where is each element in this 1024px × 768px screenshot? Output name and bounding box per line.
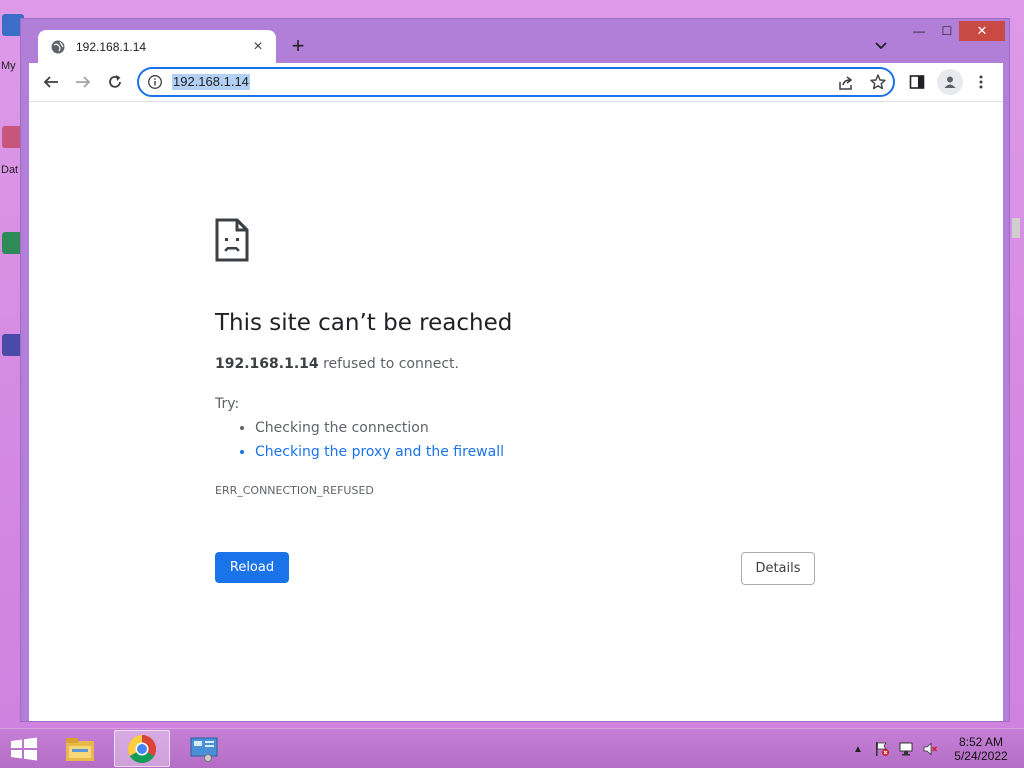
show-hidden-icons[interactable]: ▲ [850, 741, 866, 757]
back-icon[interactable] [41, 72, 61, 92]
windows-start-icon[interactable] [10, 737, 38, 761]
suggestion-list: Checking the connection Checking the pro… [237, 420, 504, 468]
page-content: This site can’t be reached 192.168.1.14 … [29, 101, 1003, 721]
new-tab-button[interactable]: + [287, 35, 309, 57]
forward-icon[interactable] [73, 72, 93, 92]
network-icon[interactable] [898, 741, 914, 757]
desktop-scrollbar[interactable] [1012, 218, 1020, 238]
tab-title: 192.168.1.14 [76, 39, 147, 54]
error-host: 192.168.1.14 [215, 356, 319, 372]
menu-icon[interactable] [971, 72, 991, 92]
globe-icon [50, 39, 66, 55]
tab-close-icon[interactable]: × [250, 38, 266, 55]
desktop-icon-label: My [1, 60, 16, 72]
tab-strip: 192.168.1.14 × + — ☐ ✕ [21, 19, 1009, 63]
error-code: ERR_CONNECTION_REFUSED [215, 484, 374, 497]
close-window-button[interactable]: ✕ [959, 21, 1005, 41]
error-message: 192.168.1.14 refused to connect. [215, 356, 459, 372]
action-center-flag-icon[interactable] [874, 741, 890, 757]
sad-page-icon [215, 218, 249, 262]
maximize-button[interactable]: ☐ [935, 21, 959, 41]
file-explorer-icon[interactable] [52, 730, 108, 767]
reload-icon[interactable] [105, 72, 125, 92]
tab-search-chevron-icon[interactable] [873, 37, 889, 53]
taskbar: ▲ 8:52 AM 5/24/2022 [0, 728, 1024, 768]
taskbar-clock[interactable]: 8:52 AM 5/24/2022 [946, 735, 1016, 763]
minimize-button[interactable]: — [907, 21, 931, 41]
chrome-icon[interactable] [114, 730, 170, 767]
reload-button[interactable]: Reload [215, 552, 289, 583]
browser-toolbar: 192.168.1.14 [29, 63, 1003, 101]
clock-date: 5/24/2022 [954, 749, 1008, 763]
desktop-icon-label: Dat [1, 164, 19, 176]
details-button[interactable]: Details [741, 552, 815, 585]
error-message-text: refused to connect. [318, 356, 459, 372]
volume-muted-icon[interactable] [922, 741, 938, 757]
side-panel-icon[interactable] [907, 72, 927, 92]
suggestion-link-proxy-firewall[interactable]: Checking the proxy and the firewall [255, 444, 504, 468]
try-label: Try: [215, 396, 240, 412]
control-panel-icon[interactable] [176, 730, 232, 767]
profile-icon[interactable] [937, 69, 963, 95]
browser-window: 192.168.1.14 × + — ☐ ✕ 192.168.1.14 This… [20, 18, 1010, 722]
url-text[interactable]: 192.168.1.14 [172, 74, 250, 90]
error-heading: This site can’t be reached [215, 310, 513, 336]
site-info-icon[interactable] [147, 74, 163, 90]
share-icon[interactable] [837, 74, 855, 92]
bookmark-star-icon[interactable] [869, 73, 887, 91]
address-bar[interactable]: 192.168.1.14 [137, 67, 895, 97]
tab-active[interactable]: 192.168.1.14 × [38, 30, 276, 63]
suggestion-item: Checking the connection [255, 420, 504, 444]
clock-time: 8:52 AM [958, 735, 1004, 749]
